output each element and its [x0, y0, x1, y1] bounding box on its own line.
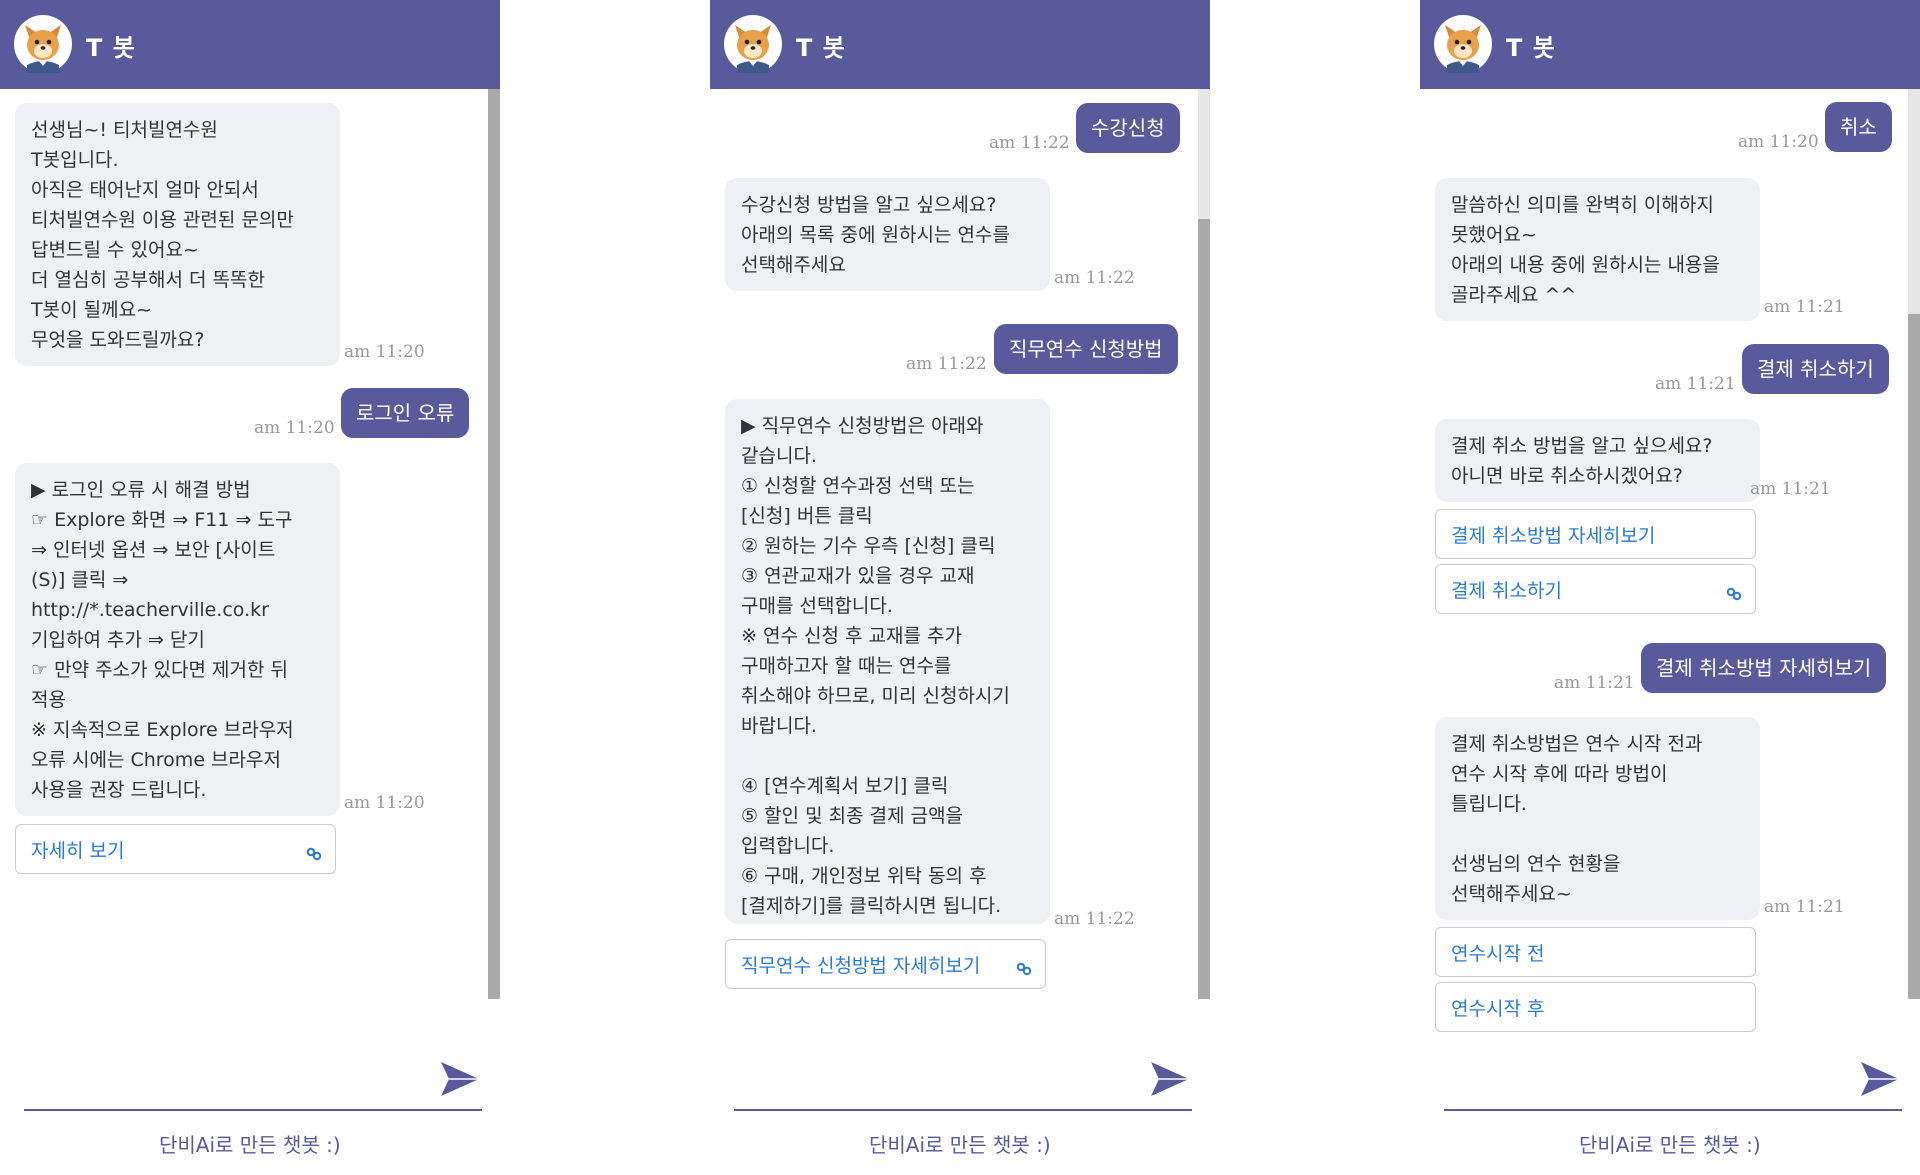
detail-link-button[interactable]: 자세히 보기 — [15, 824, 336, 874]
after-start-link-button[interactable]: 연수시작 후 — [1435, 982, 1756, 1032]
message-timestamp: am 11:22 — [1054, 268, 1135, 288]
message-timestamp: am 11:22 — [989, 133, 1070, 153]
user-message: 결제 취소방법 자세히보기 — [1641, 643, 1887, 693]
footer-credit: 단비Ai로 만든 챗봇 :) — [1579, 1133, 1761, 1157]
bot-message: 수강신청 방법을 알고 싶으세요? 아래의 목록 중에 원하시는 연수를 선택해… — [725, 178, 1050, 291]
bot-name: T 봇 — [796, 34, 846, 62]
message-timestamp: am 11:20 — [1738, 132, 1819, 152]
message-timestamp: am 11:20 — [344, 342, 425, 362]
user-message: 직무연수 신청방법 — [994, 324, 1178, 374]
chat-panel-3: T 봇 am 11:20 취소 말씀하신 의미를 완벽히 이해하지 못했어요~ … — [1420, 0, 1920, 1175]
footer-credit: 단비Ai로 만든 챗봇 :) — [869, 1133, 1051, 1157]
scrollbar-thumb[interactable] — [488, 89, 500, 999]
message-timestamp: am 11:22 — [906, 354, 987, 374]
link-label: 연수시작 전 — [1451, 942, 1545, 965]
scrollbar[interactable] — [1198, 89, 1210, 999]
link-label: 자세히 보기 — [31, 839, 125, 862]
scrollbar-thumb[interactable] — [1908, 314, 1920, 999]
bot-message: ▶ 직무연수 신청방법은 아래와 같습니다. ① 신청할 연수과정 선택 또는 … — [725, 399, 1050, 924]
bot-name: T 봇 — [1506, 34, 1556, 62]
message-timestamp: am 11:20 — [254, 418, 335, 438]
dog-mascot-avatar-icon — [724, 15, 782, 73]
send-icon[interactable] — [1860, 1061, 1900, 1097]
link-chain-icon — [306, 847, 322, 861]
detail-link-button[interactable]: 직무연수 신청방법 자세히보기 — [725, 939, 1046, 989]
scrollbar[interactable] — [1908, 89, 1920, 999]
cancel-payment-link-button[interactable]: 결제 취소하기 — [1435, 564, 1756, 614]
chat-panel-2: T 봇 am 11:22 수강신청 수강신청 방법을 알고 싶으세요? 아래의 … — [710, 0, 1210, 1175]
chat-header: T 봇 — [0, 0, 500, 89]
message-timestamp: am 11:21 — [1764, 897, 1845, 917]
link-chain-icon — [1726, 587, 1742, 601]
bot-message: 결제 취소 방법을 알고 싶으세요? 아니면 바로 취소하시겠어요? — [1435, 419, 1760, 502]
message-timestamp: am 11:20 — [344, 793, 425, 813]
user-message: 로그인 오류 — [341, 388, 470, 438]
chat-header: T 봇 — [1420, 0, 1920, 89]
chat-panel-1: T 봇 선생님~! 티처빌연수원 T봇입니다. 아직은 태어난지 얼마 안되서 … — [0, 0, 500, 1175]
scrollbar-thumb[interactable] — [1198, 219, 1210, 999]
user-message: 취소 — [1825, 102, 1892, 152]
message-timestamp: am 11:21 — [1750, 479, 1831, 499]
dog-mascot-avatar-icon — [1434, 15, 1492, 73]
bot-message: 선생님~! 티처빌연수원 T봇입니다. 아직은 태어난지 얼마 안되서 티처빌연… — [15, 103, 340, 366]
message-timestamp: am 11:21 — [1764, 297, 1845, 317]
message-input-underline[interactable] — [24, 1109, 482, 1111]
send-icon[interactable] — [1150, 1061, 1190, 1097]
link-label: 결제 취소방법 자세히보기 — [1451, 524, 1656, 547]
link-label: 연수시작 후 — [1451, 997, 1545, 1020]
link-chain-icon — [1016, 962, 1032, 976]
cancel-method-link-button[interactable]: 결제 취소방법 자세히보기 — [1435, 509, 1756, 559]
user-message: 결제 취소하기 — [1742, 344, 1889, 394]
user-message: 수강신청 — [1076, 103, 1180, 153]
message-timestamp: am 11:21 — [1554, 673, 1635, 693]
message-input-underline[interactable] — [734, 1109, 1192, 1111]
bot-message: 결제 취소방법은 연수 시작 전과 연수 시작 후에 따라 방법이 틀립니다. … — [1435, 717, 1760, 920]
bot-name: T 봇 — [86, 34, 136, 62]
message-timestamp: am 11:21 — [1655, 374, 1736, 394]
bot-message: 말씀하신 의미를 완벽히 이해하지 못했어요~ 아래의 내용 중에 원하시는 내… — [1435, 178, 1760, 321]
dog-mascot-avatar-icon — [14, 15, 72, 73]
message-input-underline[interactable] — [1444, 1109, 1902, 1111]
link-label: 직무연수 신청방법 자세히보기 — [741, 954, 981, 977]
footer-credit: 단비Ai로 만든 챗봇 :) — [159, 1133, 341, 1157]
message-timestamp: am 11:22 — [1054, 909, 1135, 929]
link-label: 결제 취소하기 — [1451, 579, 1562, 602]
before-start-link-button[interactable]: 연수시작 전 — [1435, 927, 1756, 977]
bot-message: ▶ 로그인 오류 시 해결 방법 ☞ Explore 화면 ⇒ F11 ⇒ 도구… — [15, 463, 340, 816]
scrollbar[interactable] — [488, 89, 500, 999]
chat-header: T 봇 — [710, 0, 1210, 89]
send-icon[interactable] — [440, 1061, 480, 1097]
